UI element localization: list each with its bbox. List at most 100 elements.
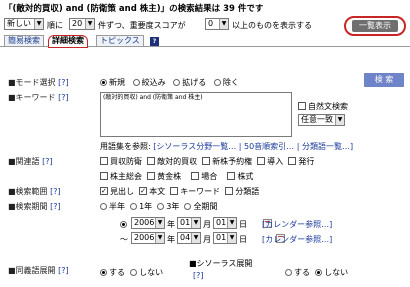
from-month-select[interactable]: 01 ▼ <box>177 217 201 229</box>
checkbox-icon <box>100 187 108 195</box>
scope-headline-label: 見出し <box>110 187 134 196</box>
checkbox-icon <box>191 172 200 180</box>
related-term-label: 株主総会 <box>110 172 142 181</box>
period-all[interactable]: 全期間 <box>184 202 217 211</box>
thesaurus-off[interactable]: しない <box>315 268 348 277</box>
synonym-label: ■同義語展開 [?] <box>8 265 69 276</box>
mode-option-exclude[interactable]: 除く <box>213 78 239 87</box>
to-day-suffix: 日 <box>239 235 247 244</box>
period-label-text: ■検索期間 <box>8 202 48 211</box>
from-month-suffix: 月 <box>203 220 211 229</box>
related-term[interactable]: 敵対的買収 <box>147 157 197 166</box>
score-select[interactable]: 0 ▼ <box>205 18 229 30</box>
related-help-link[interactable]: [?] <box>42 157 53 166</box>
list-view-button[interactable]: 一覧表示 <box>352 20 398 32</box>
help-icon[interactable]: ? <box>150 37 159 46</box>
period-help-link[interactable]: [?] <box>50 202 61 211</box>
mode-option-expand[interactable]: 拡げる <box>173 78 206 87</box>
scope-body[interactable]: 本文 <box>139 187 165 196</box>
tab-topics[interactable]: トピックス <box>96 35 144 47</box>
scope-help-link[interactable]: [?] <box>50 187 61 196</box>
search-button[interactable]: 検 索 <box>364 73 404 87</box>
scope-row: 見出し 本文 キーワード 分類語 <box>100 186 259 197</box>
radio-icon <box>315 269 323 276</box>
from-year-value: 2006 <box>134 218 155 227</box>
chevron-down-icon: ▼ <box>227 233 236 243</box>
checkbox-icon <box>100 172 108 180</box>
mode-help-link[interactable]: [?] <box>58 78 69 87</box>
related-term-label: 株式 <box>237 172 254 181</box>
related-term[interactable]: 導入 <box>257 157 283 166</box>
to-day-select[interactable]: 01 ▼ <box>213 232 237 244</box>
related-term[interactable]: 発行 <box>288 157 314 166</box>
related-term-label: 買収防衛 <box>110 157 142 166</box>
count-value: 20 <box>72 19 83 28</box>
score-value: 0 <box>208 19 214 28</box>
chevron-down-icon: ▼ <box>85 19 94 29</box>
synonym-label-text: ■同義語展開 <box>8 266 56 275</box>
tab-advanced-search[interactable]: 詳細検索 <box>48 35 88 48</box>
scope-headline[interactable]: 見出し <box>100 187 134 196</box>
category-list-link[interactable]: | 分類語一覧…] <box>297 142 353 151</box>
thesaurus-list-link[interactable]: [シソーラス分野一覧… <box>153 142 236 151</box>
thesaurus-radio-group: する しない <box>285 267 348 278</box>
natural-search-checkbox[interactable]: 自然文検索 <box>298 101 348 112</box>
to-calendar-link[interactable]: [カレンダー参照…] <box>262 234 332 245</box>
related-term[interactable]: 黄金株 <box>147 172 181 181</box>
thesaurus-help-link[interactable]: [?] <box>193 271 204 280</box>
synonym-help-link[interactable]: [?] <box>58 266 69 275</box>
chevron-down-icon: ▼ <box>219 19 228 29</box>
period-three-years[interactable]: 3年 <box>157 202 179 211</box>
list-view-button-outline: 一覧表示 <box>344 16 406 36</box>
keyword-help-link[interactable]: [?] <box>58 93 69 102</box>
mode-label-text: ■モード選択 <box>8 78 56 87</box>
to-month-select[interactable]: 04 ▼ <box>177 232 201 244</box>
related-term[interactable]: 場合 <box>191 172 217 181</box>
count-select[interactable]: 20 ▼ <box>69 18 95 30</box>
mode-option-narrow[interactable]: 絞込み <box>132 78 166 87</box>
related-row-1: 買収防衛 敵対的買収 新株予約権 導入 発行 <box>100 156 314 167</box>
result-title: 「(敵対的買収) and (防衛策 and 株主)」の検索結果は 39 件です <box>4 4 264 14</box>
radio-icon <box>130 203 138 210</box>
to-year-value: 2006 <box>134 233 155 242</box>
from-month-value: 01 <box>180 218 191 227</box>
kana-index-link[interactable]: | 50音順索引… <box>239 142 294 151</box>
tab-simple-search[interactable]: 簡易検索 <box>4 35 44 47</box>
keyword-label-text: ■キーワード <box>8 93 56 102</box>
synonym-on-label: する <box>109 268 125 277</box>
related-term-label: 導入 <box>267 157 284 166</box>
related-term[interactable]: 新株予約権 <box>202 157 252 166</box>
period-half-year[interactable]: 半年 <box>100 202 125 211</box>
scope-category-label: 分類語 <box>235 187 260 196</box>
match-select[interactable]: 任意一致 ▼ <box>298 114 345 126</box>
related-term[interactable]: 株式 <box>227 172 253 181</box>
period-tilde: 〜 <box>120 235 128 244</box>
chevron-down-icon: ▼ <box>34 19 43 29</box>
chevron-down-icon: ▼ <box>191 233 200 243</box>
order-select[interactable]: 新しい ▼ <box>4 18 44 30</box>
order-suffix: 順に <box>47 21 63 30</box>
thesaurus-on[interactable]: する <box>285 268 310 277</box>
from-day-select[interactable]: 01 ▼ <box>213 217 237 229</box>
thesaurus-label-text: ■シソーラス展開 <box>189 259 253 268</box>
to-year-select[interactable]: 2006 ▼ <box>131 232 165 244</box>
period-custom-radio[interactable] <box>120 221 127 228</box>
related-term[interactable]: 買収防衛 <box>100 157 142 166</box>
chevron-down-icon: ▼ <box>227 218 236 228</box>
related-row-2: 株主総会 黄金株 場合 株式 <box>100 171 253 182</box>
glossary-prefix: 用語集を参照: <box>100 142 151 151</box>
from-day-suffix: 日 <box>239 220 247 229</box>
from-calendar-link[interactable]: [カレンダー参照…] <box>262 219 332 230</box>
from-year-select[interactable]: 2006 ▼ <box>131 217 165 229</box>
scope-keyword[interactable]: キーワード <box>170 187 220 196</box>
checkbox-icon <box>288 157 297 165</box>
mode-option-new[interactable]: 新規 <box>100 78 125 87</box>
radio-icon <box>130 269 138 276</box>
synonym-on[interactable]: する <box>100 268 125 277</box>
synonym-off[interactable]: しない <box>130 268 163 277</box>
related-term[interactable]: 株主総会 <box>100 172 142 181</box>
period-one-year[interactable]: 1年 <box>130 202 152 211</box>
scope-category[interactable]: 分類語 <box>225 187 259 196</box>
keyword-textarea[interactable]: (敵対的買収) and (防衛策 and 株主) <box>100 92 292 137</box>
radio-icon <box>157 203 165 210</box>
